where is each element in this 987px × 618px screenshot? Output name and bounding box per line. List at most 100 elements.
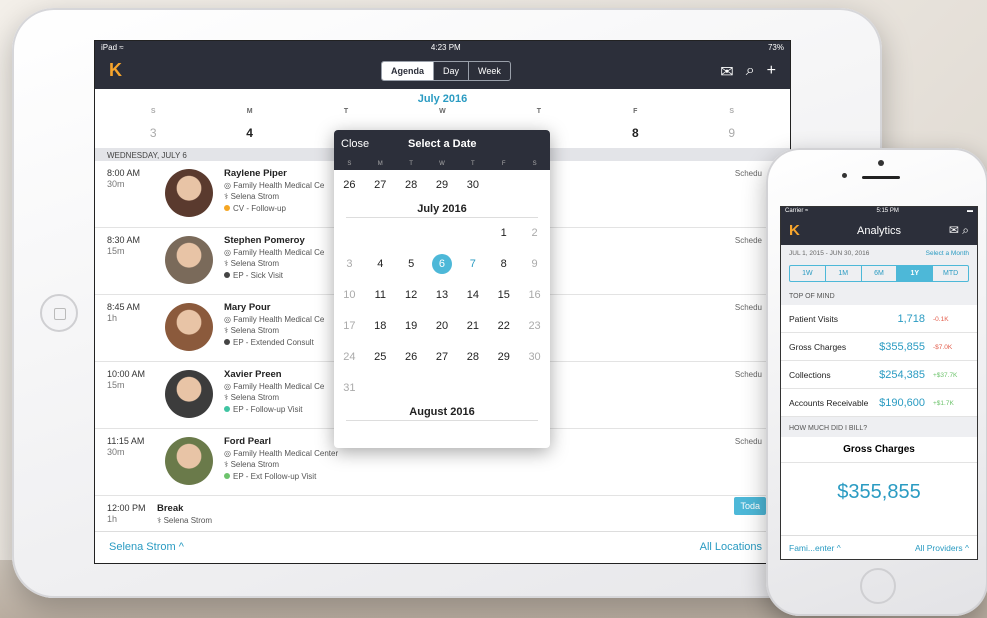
popover-date-cell xyxy=(396,218,427,249)
add-icon[interactable]: + xyxy=(767,62,776,82)
break-row[interactable]: 12:00 PM 1h Break ⚕ Selena Strom xyxy=(95,496,790,536)
popover-date-cell[interactable]: 24 xyxy=(334,342,365,373)
popover-date-cell[interactable]: 21 xyxy=(457,311,488,342)
select-month-link[interactable]: Select a Month xyxy=(926,250,969,257)
period-6m[interactable]: 6M xyxy=(860,266,897,281)
tab-day[interactable]: Day xyxy=(433,62,468,80)
patient-avatar xyxy=(165,236,213,284)
popover-date-cell[interactable]: 12 xyxy=(396,280,427,311)
mail-icon[interactable]: ✉ xyxy=(949,223,959,237)
break-info: Break ⚕ Selena Strom xyxy=(157,503,213,525)
iphone-bottom-bar: Fami...enter ^ All Providers ^ xyxy=(781,535,977,559)
popover-date-cell[interactable]: 29 xyxy=(488,342,519,373)
metric-row[interactable]: Accounts Receivable $190,600 +$1.7K xyxy=(781,389,977,417)
close-button[interactable]: Close xyxy=(341,138,369,150)
visit-type: EP - Extended Consult xyxy=(233,337,314,347)
popover-date-cell[interactable]: 26 xyxy=(334,170,365,201)
section-top-of-mind: TOP OF MIND xyxy=(781,285,977,305)
tab-week[interactable]: Week xyxy=(468,62,510,80)
metric-value: $355,855 xyxy=(879,341,925,353)
popover-date-cell[interactable]: 14 xyxy=(457,280,488,311)
prev-month-row: 26 27 28 29 30 xyxy=(334,170,550,201)
popover-date-grid: 1 2 3 4 5 6 7 8 9 10 11 12 13 14 15 16 17 18 19 20 21 22 23 24 2… xyxy=(334,218,550,404)
popover-date-cell[interactable]: 30 xyxy=(519,342,550,373)
popover-date-cell[interactable]: 23 xyxy=(519,311,550,342)
popover-date-cell[interactable]: 4 xyxy=(365,249,396,280)
ipad-home-button[interactable] xyxy=(40,294,78,332)
popover-date-cell[interactable]: 2 xyxy=(519,218,550,249)
patient-avatar xyxy=(165,370,213,418)
selected-date-label: 6 xyxy=(431,254,452,274)
mail-icon[interactable]: ✉ xyxy=(720,62,733,82)
provider-selector[interactable]: Selena Strom ^ xyxy=(109,541,184,553)
popover-date-cell[interactable]: 31 xyxy=(334,373,365,404)
popover-date-cell[interactable]: 30 xyxy=(457,170,488,201)
appointment-time: 8:45 AM 1h xyxy=(107,302,141,323)
metric-row[interactable]: Patient Visits 1,718 -0.1K xyxy=(781,305,977,333)
iphone-nav-bar: K Analytics ✉ ⌕ xyxy=(781,217,977,245)
patient-name: Xavier Preen xyxy=(224,369,282,380)
popover-date-cell[interactable]: 27 xyxy=(427,342,458,373)
popover-weekday: S xyxy=(347,161,352,167)
popover-date-cell[interactable]: 15 xyxy=(488,280,519,311)
camera-icon xyxy=(878,160,884,166)
popover-date-cell[interactable]: 28 xyxy=(457,342,488,373)
nav-actions: ✉ ⌕ + xyxy=(720,62,776,82)
popover-date-cell[interactable]: 9 xyxy=(519,249,550,280)
location-text: Family Health Medical Ce xyxy=(233,247,325,257)
visit-type: EP - Ext Follow-up Visit xyxy=(233,471,317,481)
locations-selector[interactable]: All Locations xyxy=(700,541,762,553)
month-title[interactable]: July 2016 xyxy=(95,89,790,105)
appointment-info: Mary Pour ◎ Family Health Medical Ce ⚕ S… xyxy=(224,302,324,348)
popover-date-cell[interactable]: 20 xyxy=(427,311,458,342)
battery-label: 73% xyxy=(767,43,784,52)
period-control: 1W 1M 6M 1Y MTD xyxy=(781,263,977,285)
popover-date-cell[interactable]: 27 xyxy=(365,170,396,201)
date-cell[interactable]: 9 xyxy=(687,126,777,140)
popover-date-cell[interactable]: 8 xyxy=(488,249,519,280)
tab-agenda[interactable]: Agenda xyxy=(382,62,434,80)
date-cell[interactable]: 8 xyxy=(590,126,680,140)
popover-date-cell[interactable]: 11 xyxy=(365,280,396,311)
popover-date-cell[interactable]: 10 xyxy=(334,280,365,311)
popover-date-cell xyxy=(519,373,550,404)
date-cell[interactable]: 3 xyxy=(108,126,198,140)
popover-date-cell[interactable]: 17 xyxy=(334,311,365,342)
popover-date-cell[interactable]: 28 xyxy=(396,170,427,201)
popover-date-cell[interactable]: 7 xyxy=(457,249,488,280)
period-1m[interactable]: 1M xyxy=(824,266,861,281)
visit-type: EP - Sick Visit xyxy=(233,270,283,280)
popover-date-cell[interactable]: 13 xyxy=(427,280,458,311)
popover-date-cell[interactable]: 5 xyxy=(396,249,427,280)
providers-selector[interactable]: All Providers ^ xyxy=(915,543,969,553)
popover-date-cell[interactable]: 25 xyxy=(365,342,396,373)
appointment-time: 8:00 AM 30m xyxy=(107,168,141,189)
today-button[interactable]: Toda xyxy=(734,497,766,515)
iphone-home-button[interactable] xyxy=(860,568,896,604)
popover-date-cell[interactable]: 3 xyxy=(334,249,365,280)
popover-date-cell xyxy=(427,373,458,404)
popover-date-cell[interactable]: 1 xyxy=(488,218,519,249)
popover-date-cell[interactable]: 29 xyxy=(427,170,458,201)
search-icon[interactable]: ⌕ xyxy=(746,62,755,82)
metric-label: Accounts Receivable xyxy=(789,398,869,408)
popover-date-cell[interactable]: 18 xyxy=(365,311,396,342)
period-mtd[interactable]: MTD xyxy=(932,266,968,281)
selected-date-cell[interactable]: 6 xyxy=(427,249,458,280)
facility-selector[interactable]: Fami...enter ^ xyxy=(789,543,841,553)
battery-icon: ▬ xyxy=(967,208,973,214)
popover-date-cell[interactable]: 22 xyxy=(488,311,519,342)
period-1y[interactable]: 1Y xyxy=(896,266,933,281)
popover-date-cell[interactable]: 26 xyxy=(396,342,427,373)
popover-date-cell xyxy=(488,170,519,201)
popover-date-cell[interactable]: 16 xyxy=(519,280,550,311)
provider-text: Selena Strom xyxy=(230,259,280,268)
date-range: JUL 1, 2015 - JUN 30, 2016 xyxy=(789,250,870,257)
period-1w[interactable]: 1W xyxy=(790,266,825,281)
date-cell[interactable]: 4 xyxy=(205,126,295,140)
metric-row[interactable]: Gross Charges $355,855 -$7.0K xyxy=(781,333,977,361)
popover-date-cell[interactable]: 19 xyxy=(396,311,427,342)
popover-weekday-row: SMTWTFS xyxy=(334,158,550,170)
metric-row[interactable]: Collections $254,385 +$37.7K xyxy=(781,361,977,389)
search-icon[interactable]: ⌕ xyxy=(962,223,969,237)
